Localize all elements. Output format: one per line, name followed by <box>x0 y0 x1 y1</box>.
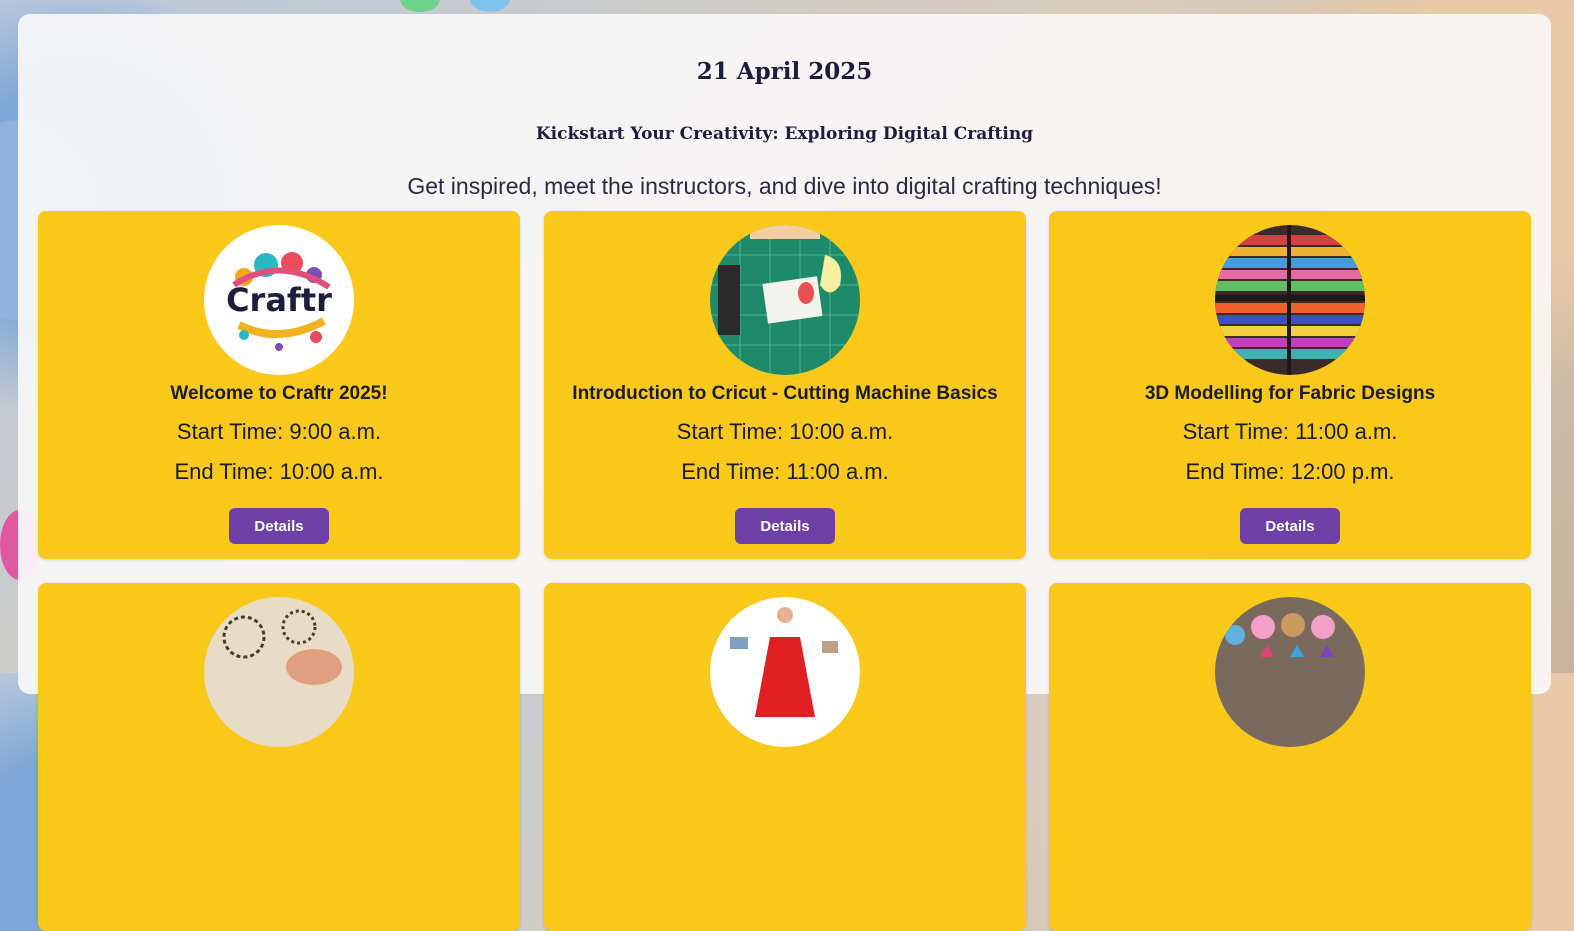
background-button-green <box>400 0 440 12</box>
session-card <box>38 583 520 931</box>
session-end-time: End Time: 10:00 a.m. <box>174 459 384 484</box>
session-start-time: Start Time: 10:00 a.m. <box>676 419 894 444</box>
session-end-time: End Time: 12:00 p.m. <box>1185 459 1395 484</box>
session-title: Welcome to Craftr 2025! <box>170 383 388 404</box>
cutting-mat-photo <box>710 225 860 375</box>
session-card: 3D Modelling for Fabric Designs Start Ti… <box>1049 211 1531 559</box>
session-start-time: Start Time: 9:00 a.m. <box>176 419 382 444</box>
party-stickers-photo <box>1215 597 1365 747</box>
session-card <box>544 583 1026 931</box>
details-button[interactable]: Details <box>229 508 329 544</box>
event-date: 21 April 2025 <box>696 58 873 85</box>
paper-snowflake-photo <box>204 597 354 747</box>
background-button-blue <box>470 0 510 12</box>
fabric-rolls-photo <box>1215 225 1365 375</box>
session-end-time: End Time: 11:00 a.m. <box>681 459 889 484</box>
session-title: 3D Modelling for Fabric Designs <box>1144 383 1436 404</box>
session-title: Introduction to Cricut - Cutting Machine… <box>572 383 998 404</box>
session-card <box>1049 583 1531 931</box>
craftr-logo: Craftr <box>204 225 354 375</box>
event-subtitle: Kickstart Your Creativity: Exploring Dig… <box>535 124 1034 144</box>
svg-text:Craftr: Craftr <box>226 281 332 319</box>
event-tagline: Get inspired, meet the instructors, and … <box>407 173 1162 199</box>
details-button[interactable]: Details <box>735 508 835 544</box>
session-card: Craftr Welcome to Craftr 2025! Start Tim… <box>38 211 520 559</box>
schedule-panel: 21 April 2025 Kickstart Your Creativity:… <box>18 14 1551 931</box>
session-card: Introduction to Cricut - Cutting Machine… <box>544 211 1026 559</box>
red-dress-photo <box>710 597 860 747</box>
session-start-time: Start Time: 11:00 a.m. <box>1182 419 1398 444</box>
details-button[interactable]: Details <box>1240 508 1340 544</box>
